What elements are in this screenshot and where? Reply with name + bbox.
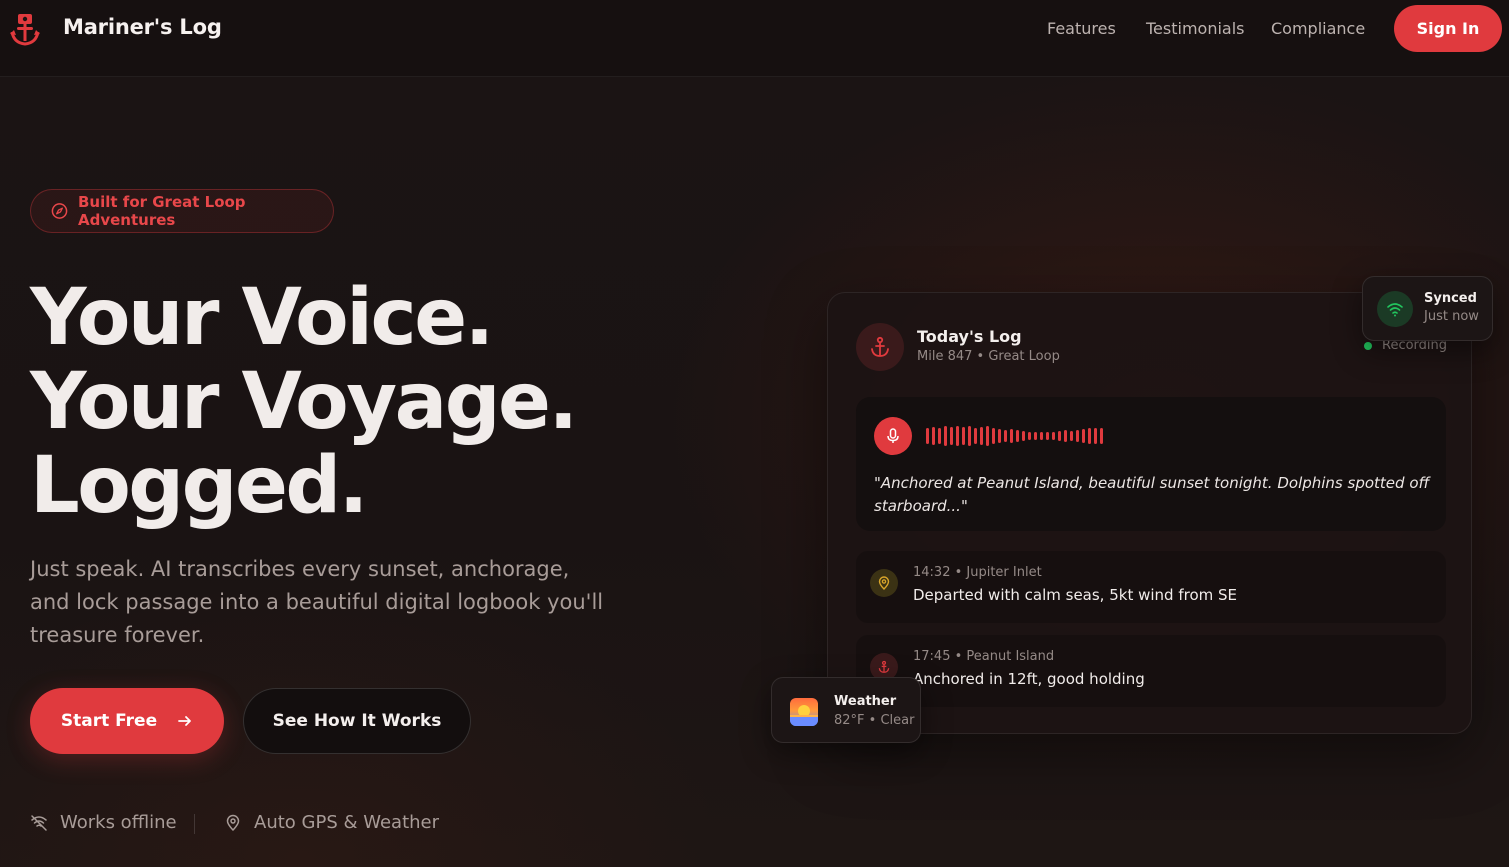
headline-line-3: Logged. bbox=[30, 441, 368, 531]
entry-meta: 14:32 • Jupiter Inlet bbox=[913, 565, 1042, 580]
wifi-icon bbox=[1387, 303, 1403, 317]
nav-link-features[interactable]: Features bbox=[1047, 19, 1116, 38]
feature-auto-gps: Auto GPS & Weather bbox=[224, 812, 439, 833]
card-subtitle: Mile 847 • Great Loop bbox=[917, 349, 1060, 364]
wifi-off-icon bbox=[31, 814, 47, 831]
log-entry[interactable]: 14:32 • Jupiter Inlet Departed with calm… bbox=[856, 551, 1446, 623]
start-free-label: Start Free bbox=[60, 711, 158, 731]
compass-icon bbox=[51, 203, 68, 219]
feature-divider bbox=[194, 814, 195, 834]
mic-button[interactable] bbox=[874, 417, 912, 455]
voice-transcript: "Anchored at Peanut Island, beautiful su… bbox=[874, 474, 1430, 515]
log-preview-card: Today's Log Mile 847 • Great Loop Record… bbox=[827, 292, 1472, 734]
sync-icon-badge bbox=[1377, 291, 1413, 327]
hero-badge: Built for Great Loop Adventures bbox=[30, 189, 334, 233]
arrow-right-icon bbox=[178, 716, 192, 726]
entry-icon-badge bbox=[870, 569, 898, 597]
hero-subtext: Just speak. AI transcribes every sunset,… bbox=[30, 557, 604, 647]
audio-waveform bbox=[926, 426, 1103, 446]
sunset-glyph bbox=[790, 705, 818, 726]
entry-text: Departed with calm seas, 5kt wind from S… bbox=[913, 586, 1238, 604]
weather-chip: Weather 82°F • Clear bbox=[771, 677, 921, 743]
top-nav: Mariner's Log Features Testimonials Comp… bbox=[0, 0, 1509, 77]
anchor-logo-icon[interactable] bbox=[9, 12, 41, 46]
brand-name[interactable]: Mariner's Log bbox=[63, 15, 222, 39]
nav-link-testimonials[interactable]: Testimonials bbox=[1146, 19, 1245, 38]
card-anchor-badge bbox=[856, 323, 904, 371]
headline-line-1: Your Voice. bbox=[30, 273, 494, 363]
card-title: Today's Log bbox=[917, 327, 1022, 346]
entry-text: Anchored in 12ft, good holding bbox=[913, 670, 1145, 688]
voice-note-panel: "Anchored at Peanut Island, beautiful su… bbox=[856, 397, 1446, 531]
weather-subtitle: 82°F • Clear bbox=[834, 713, 915, 728]
sign-in-button[interactable]: Sign In bbox=[1394, 5, 1502, 52]
map-pin-icon bbox=[878, 576, 890, 590]
hero-headline: Your Voice. Your Voyage. Logged. bbox=[30, 273, 578, 531]
map-pin-icon bbox=[226, 814, 240, 831]
see-how-it-works-button[interactable]: See How It Works bbox=[243, 688, 471, 754]
entry-meta: 17:45 • Peanut Island bbox=[913, 649, 1055, 664]
feature-offline-label: Works offline bbox=[60, 812, 177, 833]
headline-line-2: Your Voyage. bbox=[30, 357, 578, 447]
nav-link-compliance[interactable]: Compliance bbox=[1271, 19, 1365, 38]
synced-title: Synced bbox=[1424, 291, 1477, 306]
log-entry[interactable]: 17:45 • Peanut Island Anchored in 12ft, … bbox=[856, 635, 1446, 707]
microphone-icon bbox=[887, 428, 899, 443]
weather-title: Weather bbox=[834, 694, 897, 709]
feature-works-offline: Works offline bbox=[30, 812, 177, 833]
recording-dot bbox=[1364, 341, 1372, 350]
sunset-icon bbox=[790, 698, 818, 726]
feature-gps-label: Auto GPS & Weather bbox=[254, 812, 440, 833]
start-free-button[interactable]: Start Free bbox=[30, 688, 224, 754]
synced-subtitle: Just now bbox=[1424, 309, 1479, 324]
synced-status-chip: Synced Just now bbox=[1362, 276, 1493, 341]
hero-badge-label: Built for Great Loop Adventures bbox=[78, 193, 246, 229]
anchor-icon bbox=[871, 336, 889, 357]
anchor-icon bbox=[878, 660, 890, 673]
